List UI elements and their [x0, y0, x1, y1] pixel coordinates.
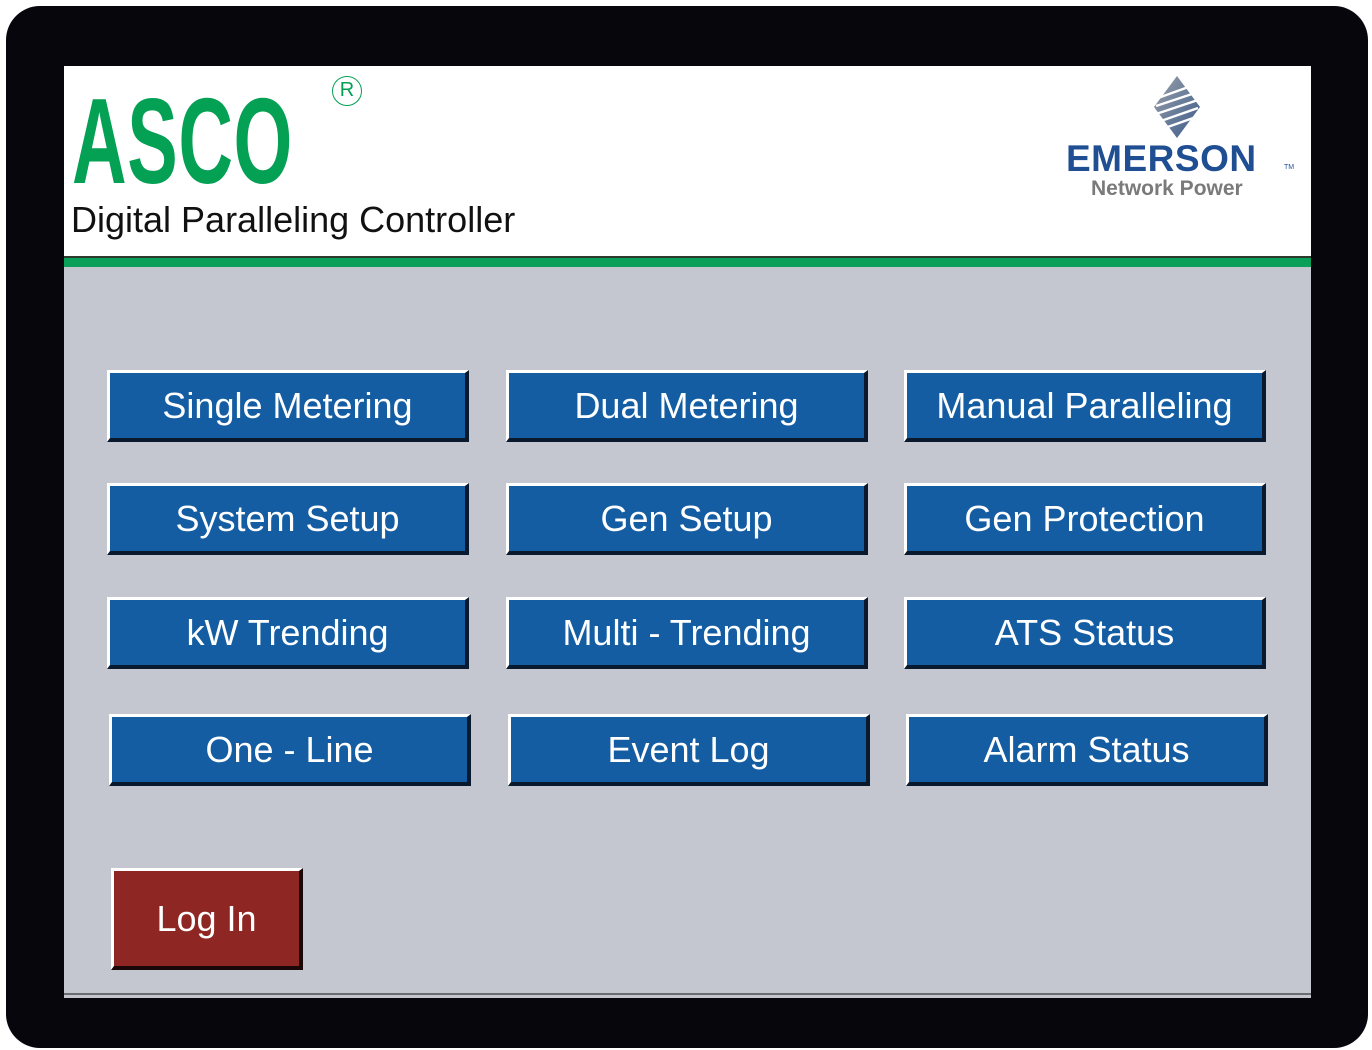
- system-setup-button[interactable]: System Setup: [107, 483, 469, 555]
- emerson-diamond-icon: [1154, 76, 1200, 138]
- log-in-button[interactable]: Log In: [111, 868, 303, 970]
- hmi-screen: ASCO R Digital Paralleling Controller EM…: [64, 66, 1311, 998]
- ats-status-button[interactable]: ATS Status: [904, 597, 1266, 669]
- trademark-mark: TM: [1284, 164, 1295, 171]
- multi-trending-button[interactable]: Multi - Trending: [506, 597, 868, 669]
- one-line-button[interactable]: One - Line: [109, 714, 471, 786]
- product-title: Digital Paralleling Controller: [71, 199, 516, 240]
- event-log-button[interactable]: Event Log: [508, 714, 870, 786]
- kw-trending-button[interactable]: kW Trending: [107, 597, 469, 669]
- header-bar: ASCO R Digital Paralleling Controller EM…: [64, 66, 1311, 256]
- dual-metering-button[interactable]: Dual Metering: [506, 370, 868, 442]
- footer-divider: [64, 993, 1311, 995]
- emerson-logo-text: EMERSON: [1066, 138, 1257, 179]
- gen-protection-button[interactable]: Gen Protection: [904, 483, 1266, 555]
- header-divider-green: [64, 258, 1311, 267]
- single-metering-button[interactable]: Single Metering: [107, 370, 469, 442]
- asco-logo: ASCO: [72, 73, 294, 209]
- alarm-status-button[interactable]: Alarm Status: [906, 714, 1268, 786]
- gen-setup-button[interactable]: Gen Setup: [506, 483, 868, 555]
- registered-mark-icon: R: [332, 76, 362, 106]
- emerson-subtitle: Network Power: [1091, 177, 1243, 200]
- manual-paralleling-button[interactable]: Manual Paralleling: [904, 370, 1266, 442]
